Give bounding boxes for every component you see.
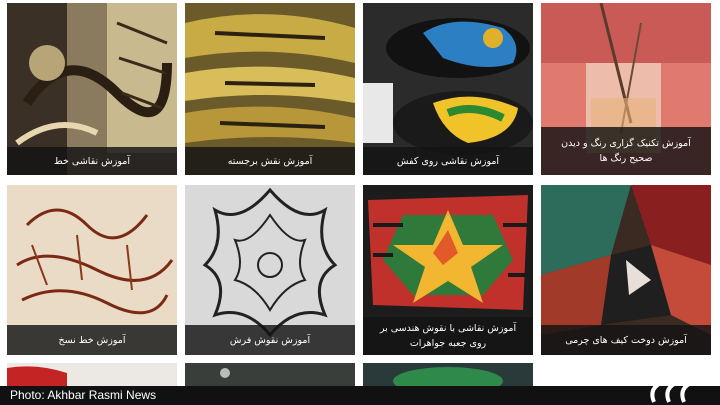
tile-leather-bag-sewing[interactable]: آموزش دوخت کیف های چرمی — [541, 185, 711, 355]
tile-row3-col3[interactable] — [363, 363, 533, 386]
tile-caption: آموزش خط نسخ — [7, 325, 177, 355]
tile-carpet-patterns[interactable]: آموزش نقوش فرش — [185, 185, 355, 355]
tile-row3-col2[interactable] — [185, 363, 355, 386]
tile-color-technique[interactable]: آموزش تکنیک گزاری رنگ و دیدن صحیح رنگ ها — [541, 3, 711, 175]
row3-image-1 — [7, 363, 177, 386]
tile-geometric-jewelry-box[interactable]: آموزش نقاشی با نقوش هندسی بر روی جعبه جو… — [363, 185, 533, 355]
tile-caption: آموزش نقاشی روی کفش — [363, 147, 533, 175]
tile-caption: آموزش نقش برجسته — [185, 147, 355, 175]
tile-calligraphy-painting[interactable]: آموزش نقاشی خط — [7, 3, 177, 175]
row3-image-3 — [363, 363, 533, 386]
tile-naskh-script[interactable]: آموزش خط نسخ — [7, 185, 177, 355]
agency-logo-icon — [650, 382, 691, 403]
tile-caption: آموزش نقاشی با نقوش هندسی بر روی جعبه جو… — [363, 317, 533, 355]
tile-row3-col1[interactable] — [7, 363, 177, 386]
photo-credit: Photo: Akhbar Rasmi News — [10, 388, 157, 402]
tile-caption: آموزش نقوش فرش — [185, 325, 355, 355]
tile-caption: آموزش نقاشی خط — [7, 147, 177, 175]
tile-caption: آموزش دوخت کیف های چرمی — [541, 325, 711, 355]
row3-image-2 — [185, 363, 355, 386]
tile-relief-painting[interactable]: آموزش نقش برجسته — [185, 3, 355, 175]
tile-shoe-painting[interactable]: آموزش نقاشی روی کفش — [363, 3, 533, 175]
course-grid: آموزش نقاشی خط آموزش نقش برجسته آموزش نق… — [0, 0, 720, 405]
tile-caption: آموزش تکنیک گزاری رنگ و دیدن صحیح رنگ ها — [541, 127, 711, 175]
